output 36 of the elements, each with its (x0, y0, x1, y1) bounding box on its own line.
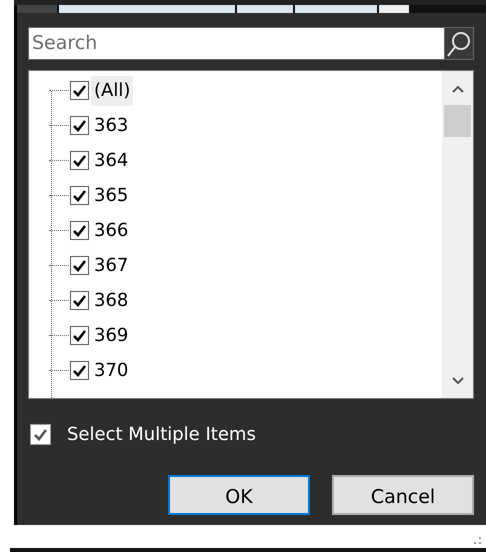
checkbox[interactable] (70, 256, 89, 275)
checkbox[interactable] (70, 291, 89, 310)
check-icon (72, 364, 87, 377)
check-icon (72, 259, 87, 272)
checkbox[interactable] (30, 424, 51, 445)
list-item[interactable]: 365 (91, 180, 132, 210)
check-icon (33, 428, 48, 441)
check-icon (72, 329, 87, 342)
search-icon[interactable] (444, 27, 474, 60)
scroll-thumb[interactable] (444, 105, 471, 137)
checkbox[interactable] (70, 116, 89, 135)
search-field[interactable]: Search (28, 27, 444, 60)
checkbox[interactable] (70, 151, 89, 170)
check-icon (72, 84, 87, 97)
checkbox[interactable] (70, 221, 89, 240)
checkbox[interactable] (70, 326, 89, 345)
checkbox[interactable] (70, 186, 89, 205)
list-item[interactable]: 370 (91, 356, 132, 386)
check-icon (72, 294, 87, 307)
check-icon (72, 189, 87, 202)
checkbox[interactable] (70, 361, 89, 380)
ok-button[interactable]: OK (168, 475, 310, 515)
check-icon (72, 154, 87, 167)
resize-grip-icon[interactable] (474, 537, 482, 545)
checkbox-label: Select Multiple Items (67, 423, 256, 447)
list-item[interactable]: 363 (91, 110, 132, 140)
list-item[interactable]: 368 (91, 286, 132, 316)
check-icon (72, 224, 87, 237)
check-icon (72, 119, 87, 132)
list-item[interactable]: 369 (91, 320, 132, 350)
list-item[interactable]: 364 (91, 146, 132, 176)
list-item[interactable]: 367 (91, 250, 132, 280)
checkbox[interactable] (70, 81, 89, 100)
list-item[interactable]: (All) (91, 76, 134, 106)
list-item[interactable]: 366 (91, 216, 132, 246)
cancel-button[interactable]: Cancel (332, 475, 474, 515)
